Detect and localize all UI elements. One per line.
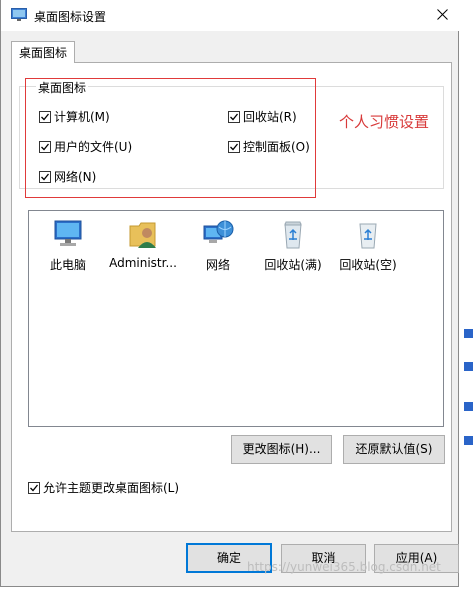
window-title: 桌面图标设置 xyxy=(34,10,107,24)
checkmark-icon xyxy=(41,173,50,180)
checkbox-box xyxy=(39,140,51,153)
background-link-marker xyxy=(464,362,473,371)
icon-caption: 网络 xyxy=(205,258,230,272)
tab-desktop-icons[interactable]: 桌面图标 xyxy=(11,41,75,63)
checkbox-user-files[interactable]: 用户的文件(U) xyxy=(39,138,132,155)
checkbox-label: 控制面板(O) xyxy=(243,140,310,154)
checkbox-computer[interactable]: 计算机(M) xyxy=(39,108,110,125)
icon-item-recycle-bin-full[interactable]: 回收站(满) xyxy=(253,218,333,273)
desktop-icon-settings-dialog: 桌面图标设置 桌面图标 桌面图标 计算机(M) 回收站(R) 用户的文件(U) … xyxy=(0,0,460,587)
icon-item-this-pc[interactable]: 此电脑 xyxy=(28,218,108,273)
checkbox-label: 允许主题更改桌面图标(L) xyxy=(43,481,180,495)
checkmark-icon xyxy=(230,143,239,150)
watermark-text: https://yunwei365.blog.csdn.net xyxy=(247,560,441,574)
close-icon xyxy=(437,9,448,20)
background-link-marker xyxy=(464,329,473,338)
title-bar: 桌面图标设置 xyxy=(1,0,460,31)
settings-app-icon xyxy=(11,8,27,21)
checkbox-recycle-bin[interactable]: 回收站(R) xyxy=(228,108,297,125)
checkbox-label: 回收站(R) xyxy=(243,110,297,124)
computer-icon xyxy=(54,220,82,246)
groupbox-legend: 桌面图标 xyxy=(36,79,89,96)
checkmark-icon xyxy=(41,143,50,150)
checkbox-label: 用户的文件(U) xyxy=(54,140,133,154)
checkbox-box xyxy=(28,481,40,494)
icon-item-recycle-bin-empty[interactable]: 回收站(空) xyxy=(328,218,408,273)
checkbox-label: 网络(N) xyxy=(54,170,97,184)
icon-caption: 此电脑 xyxy=(49,258,86,272)
recycle-bin-empty-icon xyxy=(359,223,377,249)
network-icon xyxy=(203,220,234,243)
icon-item-network[interactable]: 网络 xyxy=(178,218,258,273)
checkbox-network[interactable]: 网络(N) xyxy=(39,168,96,185)
restore-default-button[interactable]: 还原默认值(S) xyxy=(343,435,445,464)
checkbox-allow-theme-change[interactable]: 允许主题更改桌面图标(L) xyxy=(28,479,179,496)
checkmark-icon xyxy=(230,113,239,120)
checkbox-box xyxy=(228,140,240,153)
checkmark-icon xyxy=(41,113,50,120)
close-button[interactable] xyxy=(426,0,460,31)
checkbox-box xyxy=(39,110,51,123)
annotation-text: 个人习惯设置 xyxy=(339,113,430,131)
checkmark-icon xyxy=(30,484,39,491)
icon-item-administrator[interactable]: Administr... xyxy=(103,218,183,270)
checkbox-box xyxy=(228,110,240,123)
change-icon-button[interactable]: 更改图标(H)... xyxy=(231,435,332,464)
recycle-bin-full-icon xyxy=(284,221,302,249)
icon-caption: Administr... xyxy=(109,256,177,270)
desktop-icon-list[interactable]: 此电脑 Administr... 网络 回收站(满) 回收站(空) xyxy=(28,210,444,427)
checkbox-box xyxy=(39,170,51,183)
background-link-marker xyxy=(464,402,473,411)
icon-caption: 回收站(满) xyxy=(264,258,322,272)
icon-caption: 回收站(空) xyxy=(339,258,397,272)
background-window xyxy=(460,0,475,589)
checkbox-control-panel[interactable]: 控制面板(O) xyxy=(228,138,310,155)
user-folder-icon xyxy=(129,222,156,248)
background-link-marker xyxy=(464,436,473,445)
checkbox-label: 计算机(M) xyxy=(54,110,110,124)
